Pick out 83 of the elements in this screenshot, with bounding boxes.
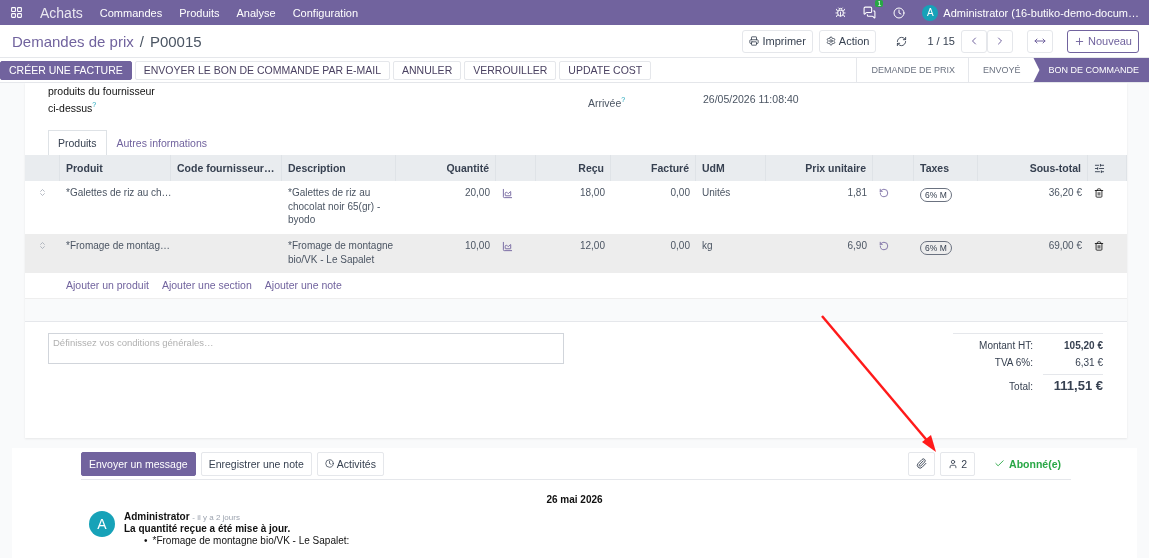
add-line-link[interactable]: Ajouter un produit — [66, 279, 149, 292]
chatter-button[interactable]: Activités — [316, 451, 384, 476]
gear-icon — [825, 36, 836, 46]
menu-item[interactable]: Analyse — [236, 6, 276, 19]
menu-item[interactable]: Configuration — [292, 6, 359, 19]
chat-icon[interactable] — [863, 6, 877, 19]
table-row[interactable]: *Fromage de montag… *Fromage de montagne bio/VK - Le Sapalet 10,00 12,00 0,00 kg 6,90 6% M 69,00 € — [25, 234, 1127, 273]
clock-icon[interactable] — [893, 6, 906, 19]
add-line-link[interactable]: Ajouter une section — [161, 279, 252, 292]
message-title: La quantité reçue a été mise à jour. — [124, 523, 292, 534]
action-button[interactable]: Action — [818, 29, 877, 53]
reset-icon[interactable] — [879, 188, 889, 198]
status-button[interactable]: UPDATE COST — [559, 60, 652, 80]
total-value: 111,51 € — [1043, 374, 1103, 393]
drag-handle-icon[interactable] — [38, 241, 47, 250]
clock-icon — [324, 459, 334, 468]
chatter-button[interactable]: Envoyer un message — [81, 451, 196, 476]
table-cell-text: 0,00 — [669, 239, 691, 253]
bullet: • — [144, 535, 148, 547]
message-item: *Fromage de montagne bio/VK - Le Sapalet: — [152, 535, 350, 547]
total-label: Total: — [1008, 381, 1033, 392]
table-cell-text: 69,00 € — [1047, 239, 1083, 253]
date-separator: 26 mai 2026 — [545, 493, 604, 507]
table-cell-text: 0,00 — [669, 186, 691, 200]
table-cell-text: 10,00 — [463, 239, 491, 253]
table-cell-text: *Fromage de montag… — [65, 239, 171, 253]
delete-icon[interactable] — [1094, 188, 1104, 198]
status-button[interactable]: CRÉER UNE FACTURE — [0, 60, 132, 80]
add-line-link[interactable]: Ajouter une note — [264, 279, 342, 292]
author-avatar: A — [89, 511, 115, 537]
total-value: 105,20 € — [1063, 340, 1103, 351]
status-button[interactable]: VERROUILLER — [464, 60, 557, 80]
total-label: Montant HT: — [978, 340, 1033, 351]
field-value: 26/05/2026 11:08:40 — [703, 92, 800, 105]
expand-button[interactable] — [1026, 29, 1053, 53]
breadcrumb-link[interactable]: Demandes de prix — [12, 32, 134, 50]
status-button[interactable]: ANNULER — [393, 60, 462, 80]
chatter-button[interactable]: Enregistrer une note — [200, 451, 312, 476]
terms-field[interactable]: Définissez vos conditions générales… — [48, 333, 564, 364]
check-icon — [994, 458, 1006, 469]
apps-menu-icon[interactable] — [10, 6, 23, 19]
menu-item[interactable]: Produits — [179, 6, 220, 19]
table-cell-text: 20,00 — [463, 186, 491, 200]
breadcrumb-current: P00015 — [149, 32, 202, 50]
drag-handle-icon[interactable] — [38, 188, 47, 197]
tab[interactable]: Produits — [48, 130, 107, 155]
followers-button[interactable]: 2 — [940, 451, 976, 476]
column-settings-icon[interactable] — [1094, 162, 1105, 174]
table-cell-text: *Galettes de riz au chocolat noir 65(gr) - byodo — [287, 186, 382, 227]
table-cell-text: 12,00 — [578, 239, 606, 253]
total-label: TVA 6%: — [993, 357, 1033, 368]
table-cell-text: kg — [701, 239, 714, 253]
bug-icon[interactable] — [835, 7, 847, 18]
person-icon — [948, 458, 959, 469]
user-name[interactable]: Administrator (16-butiko-demo-docum… — [943, 6, 1139, 19]
total-value: 6,31 € — [1074, 357, 1103, 368]
table-cell-text: *Fromage de montagne bio/VK - Le Sapalet — [287, 239, 395, 266]
table-cell-text: 36,20 € — [1047, 186, 1083, 200]
table-cell-text: 6,90 — [846, 239, 868, 253]
print-button[interactable]: Imprimer — [742, 29, 813, 53]
area-chart-icon[interactable] — [502, 188, 513, 199]
stage-step[interactable]: BON DE COMMANDE — [1033, 58, 1149, 82]
table-cell-text: Unités — [701, 186, 732, 200]
printer-icon — [749, 36, 760, 46]
table-cell-text: 1,81 — [846, 186, 868, 200]
refresh-icon[interactable] — [896, 35, 908, 47]
attachment-button[interactable] — [908, 451, 936, 476]
new-button[interactable]: Nouveau — [1066, 29, 1139, 53]
field-label: Arrivée$^{?}$ — [588, 95, 627, 110]
field-label: produits du fournisseur ci-dessus$^{?}$ — [48, 85, 156, 115]
table-cell-text: *Galettes de riz au ch… — [65, 186, 171, 200]
pager-text: 1 / 15 — [927, 35, 955, 47]
app-title[interactable]: Achats — [40, 4, 83, 21]
plus-icon — [1073, 35, 1085, 47]
table-row[interactable]: *Galettes de riz au ch… *Galettes de riz au chocolat noir 65(gr) - byodo 20,00 18,00 0,00 Unités 1,81 6% M 36,20 € — [25, 181, 1127, 234]
menu-item[interactable]: Commandes — [99, 6, 163, 19]
status-button[interactable]: ENVOYER LE BON DE COMMANDE PAR E-MAIL — [134, 60, 391, 80]
breadcrumb-separator: / — [139, 32, 144, 50]
table-cell-text: 18,00 — [578, 186, 606, 200]
area-chart-icon[interactable] — [502, 241, 513, 252]
delete-icon[interactable] — [1094, 241, 1104, 251]
reset-icon[interactable] — [879, 241, 889, 251]
paperclip-icon — [916, 458, 928, 469]
